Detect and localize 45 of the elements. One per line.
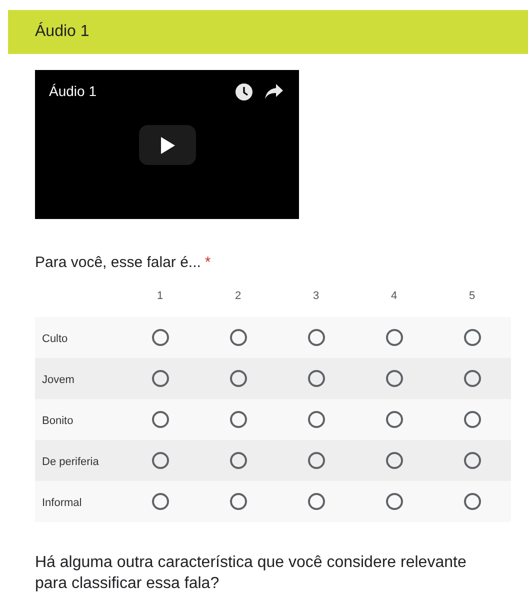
radio-button[interactable] <box>230 329 246 346</box>
radio-button[interactable] <box>308 411 324 428</box>
question-text: Há alguma outra característica que você considere relevante para classificar essa fala? <box>35 554 466 592</box>
radio-button[interactable] <box>230 452 246 469</box>
radio-button[interactable] <box>152 411 168 428</box>
radio-button[interactable] <box>386 411 402 428</box>
clock-icon[interactable] <box>235 83 253 101</box>
row-label: Bonito <box>42 414 74 426</box>
radio-button[interactable] <box>308 452 324 469</box>
row-label: De periferia <box>42 456 99 468</box>
required-asterisk: * <box>204 254 211 271</box>
radio-button[interactable] <box>464 452 480 469</box>
radio-button[interactable] <box>308 493 324 510</box>
radio-button[interactable] <box>386 493 402 510</box>
column-header: 3 <box>312 288 320 304</box>
radio-button[interactable] <box>152 329 168 346</box>
row-label: Culto <box>42 332 68 344</box>
play-icon <box>160 136 174 154</box>
row-label: Jovem <box>42 374 74 386</box>
radio-button[interactable] <box>152 370 168 387</box>
video-title: Áudio 1 <box>49 82 96 101</box>
row-label: Informal <box>42 496 82 508</box>
play-button[interactable] <box>139 125 196 165</box>
radio-button[interactable] <box>308 329 324 346</box>
radio-button[interactable] <box>386 370 402 387</box>
video-player[interactable]: Áudio 1 <box>35 70 299 219</box>
radio-button[interactable] <box>230 411 246 428</box>
section-title: Áudio 1 <box>35 21 90 42</box>
radio-button[interactable] <box>152 452 168 469</box>
column-header: 5 <box>468 288 476 304</box>
radio-button[interactable] <box>464 370 480 387</box>
radio-button[interactable] <box>386 329 402 346</box>
radio-button[interactable] <box>464 493 480 510</box>
radio-button[interactable] <box>230 493 246 510</box>
radio-button[interactable] <box>152 493 168 510</box>
radio-button[interactable] <box>386 452 402 469</box>
column-header: 2 <box>234 288 242 304</box>
radio-button[interactable] <box>230 370 246 387</box>
column-header: 4 <box>390 288 398 304</box>
column-header: 1 <box>156 288 164 304</box>
radio-button[interactable] <box>308 370 324 387</box>
share-icon[interactable] <box>265 84 283 99</box>
radio-button[interactable] <box>464 411 480 428</box>
radio-button[interactable] <box>464 329 480 346</box>
question-text: Para você, esse falar é... <box>35 254 201 271</box>
